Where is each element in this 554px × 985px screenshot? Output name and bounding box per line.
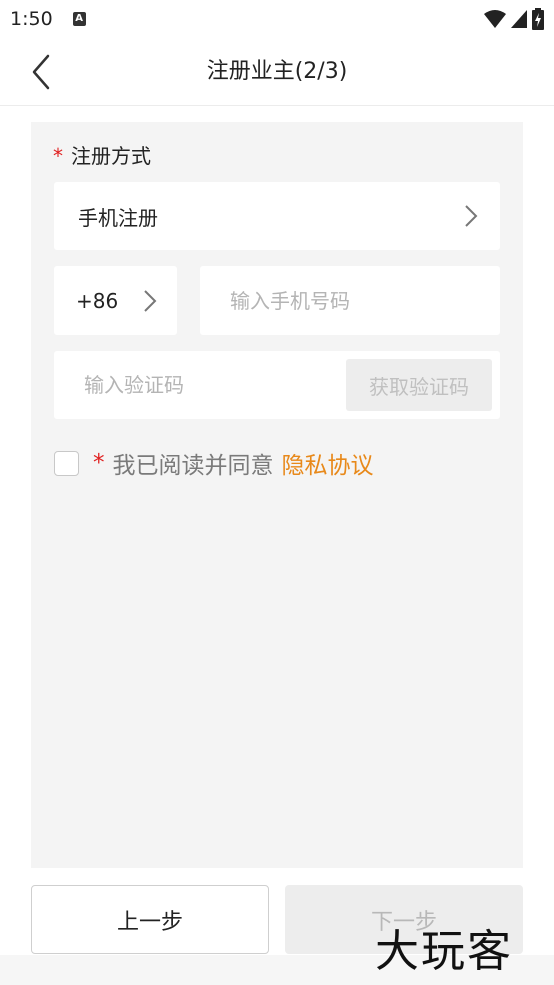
method-label-row: * 注册方式 [53,140,151,169]
agree-row: * 我已阅读并同意 隐私协议 [54,446,374,480]
page-title: 注册业主(2/3) [206,59,348,84]
privacy-policy-link[interactable]: 隐私协议 [282,446,374,480]
required-mark: * [53,144,63,168]
country-code-value: +86 [76,288,119,313]
agree-checkbox[interactable] [54,450,79,476]
status-bar: 1:50 A [0,0,554,38]
next-step-button[interactable]: 下一步 [285,885,523,954]
signal-icon [511,10,527,28]
phone-input[interactable] [230,288,490,313]
previous-step-button[interactable]: 上一步 [31,885,269,954]
agree-text: 我已阅读并同意 [112,453,274,479]
get-code-button[interactable]: 获取验证码 [346,359,492,411]
phone-field [200,266,500,335]
country-code-select[interactable]: +86 [54,266,177,335]
form-panel: * 注册方式 手机注册 +86 获取验证码 * 我已阅读并同意 隐私协议 [31,122,523,868]
battery-icon [532,8,544,30]
status-time: 1:50 [10,8,53,30]
bottom-strip [0,955,554,985]
status-icons [484,8,544,30]
register-method-value: 手机注册 [78,205,158,230]
wifi-icon [484,10,506,28]
method-label: 注册方式 [71,144,151,168]
chevron-right-icon [144,290,157,312]
code-field: 获取验证码 [54,351,500,419]
register-method-select[interactable]: 手机注册 [54,182,500,250]
required-mark: * [93,450,105,476]
header: 注册业主(2/3) [0,38,554,106]
notification-icon: A [72,12,86,26]
verification-code-input[interactable] [84,373,334,397]
chevron-right-icon [465,205,478,227]
